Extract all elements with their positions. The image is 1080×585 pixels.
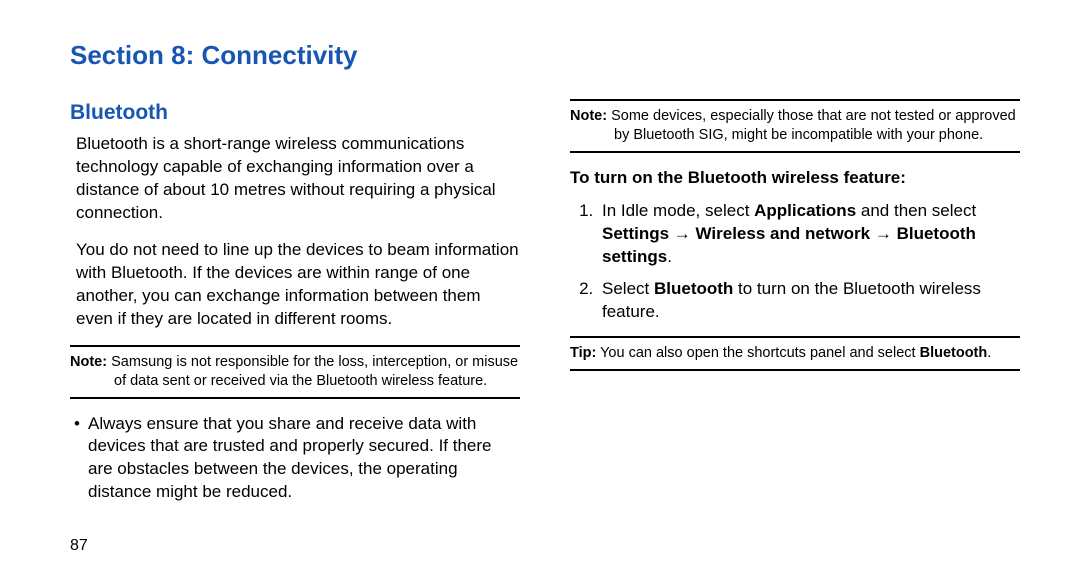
- note-samsung: Note: Samsung is not responsible for the…: [70, 345, 520, 399]
- paragraph-intro-1: Bluetooth is a short-range wireless comm…: [76, 133, 520, 225]
- note-label: Note:: [70, 354, 107, 370]
- page-number: 87: [70, 537, 88, 555]
- step1-part-a: In Idle mode, select: [602, 201, 754, 220]
- tip-block: Tip: You can also open the shortcuts pan…: [570, 336, 1020, 371]
- turn-on-heading: To turn on the Bluetooth wireless featur…: [570, 167, 1020, 190]
- bullet-secure: Always ensure that you share and receive…: [70, 413, 520, 505]
- step-1: In Idle mode, select Applications and th…: [598, 200, 1020, 269]
- note-compat: Note: Some devices, especially those tha…: [570, 99, 1020, 153]
- paragraph-intro-2: You do not need to line up the devices t…: [76, 239, 520, 331]
- manual-page: Section 8: Connectivity Bluetooth Blueto…: [0, 0, 1080, 585]
- step2-part-a: Select: [602, 279, 654, 298]
- step1-part-c: and then select: [856, 201, 976, 220]
- note-text-line2: of data sent or received via the Bluetoo…: [70, 372, 520, 391]
- section-title: Section 8: Connectivity: [70, 40, 1020, 71]
- step2-bluetooth: Bluetooth: [654, 279, 733, 298]
- step1-applications: Applications: [754, 201, 856, 220]
- note-text-line1: Samsung is not responsible for the loss,…: [111, 354, 518, 370]
- step1-path: Settings → Wireless and network → Blueto…: [602, 224, 976, 266]
- note2-text-line2: by Bluetooth SIG, might be incompatible …: [570, 126, 1020, 145]
- content-columns: Bluetooth Bluetooth is a short-range wir…: [70, 99, 1020, 529]
- step-2: Select Bluetooth to turn on the Bluetoot…: [598, 278, 1020, 324]
- note-label-2: Note:: [570, 108, 607, 124]
- bluetooth-heading: Bluetooth: [70, 99, 520, 127]
- tip-text: You can also open the shortcuts panel an…: [600, 345, 920, 361]
- step1-part-e: .: [667, 247, 672, 266]
- tip-end: .: [987, 345, 991, 361]
- tip-bluetooth: Bluetooth: [920, 345, 988, 361]
- note2-text-line1: Some devices, especially those that are …: [611, 108, 1016, 124]
- tip-label: Tip:: [570, 345, 596, 361]
- steps-list: In Idle mode, select Applications and th…: [570, 200, 1020, 325]
